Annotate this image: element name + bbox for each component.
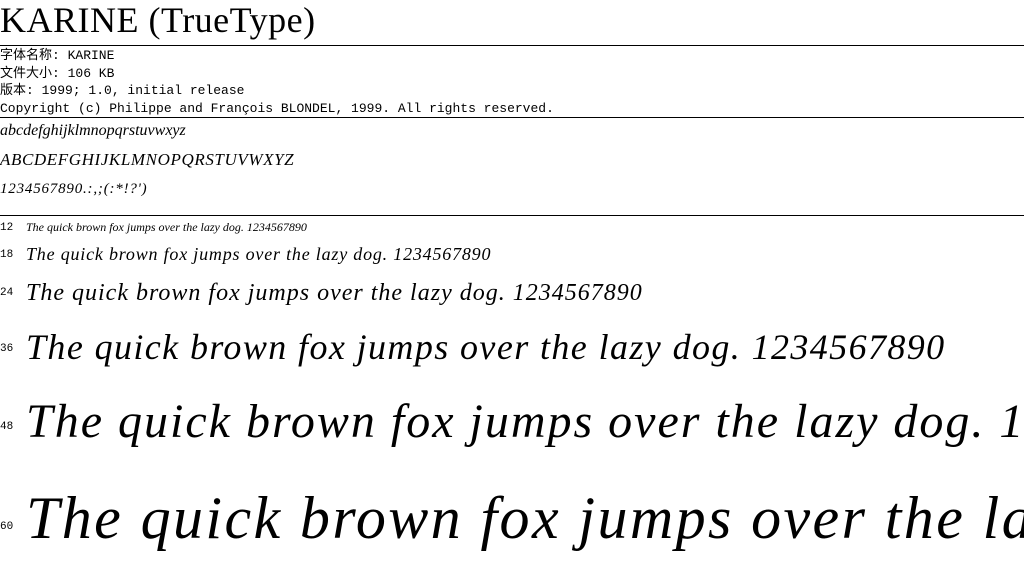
- size-label: 36: [0, 343, 14, 355]
- sample-text: The quick brown fox jumps over the lazy …: [26, 485, 1024, 551]
- sample-text: The quick brown fox jumps over the lazy …: [26, 280, 643, 306]
- size-label: 24: [0, 287, 14, 299]
- charset-lowercase: abcdefghijklmnopqrstuvwxyz: [0, 122, 186, 139]
- font-name-line: 字体名称: KARINE: [0, 48, 115, 63]
- size-label: 12: [0, 222, 14, 234]
- sample-row-48: 48 The quick brown fox jumps over the la…: [0, 388, 1024, 470]
- font-title: KARINE (TrueType): [0, 0, 316, 40]
- sample-row-12: 12 The quick brown fox jumps over the la…: [0, 219, 1024, 237]
- charset-uppercase: ABCDEFGHIJKLMNOPQRSTUVWXYZ: [0, 150, 295, 169]
- sample-row-36: 36 The quick brown fox jumps over the la…: [0, 320, 1024, 382]
- sample-text: The quick brown fox jumps over the lazy …: [26, 244, 492, 264]
- copyright-line: Copyright (c) Philippe and François BLON…: [0, 100, 554, 116]
- charset-divider: [0, 215, 1024, 216]
- sample-row-60: 60 The quick brown fox jumps over the la…: [0, 475, 1024, 565]
- size-label: 18: [0, 249, 14, 261]
- size-label: 60: [0, 521, 14, 533]
- sample-text: The quick brown fox jumps over the lazy …: [26, 220, 307, 234]
- title-divider: [0, 45, 1024, 46]
- sample-row-24: 24 The quick brown fox jumps over the la…: [0, 274, 1024, 314]
- metadata-divider: [0, 117, 1024, 118]
- sample-text: The quick brown fox jumps over the lazy …: [26, 395, 1024, 448]
- sample-text: The quick brown fox jumps over the lazy …: [26, 327, 946, 367]
- file-size-line: 文件大小: 106 KB: [0, 65, 115, 81]
- charset-digits-punctuation: 1234567890.:,;(:*!?'): [0, 181, 148, 197]
- sample-row-18: 18 The quick brown fox jumps over the la…: [0, 240, 1024, 270]
- font-metadata: 字体名称: KARINE 文件大小: 106 KB 版本: 1999; 1.0,…: [0, 47, 554, 117]
- size-label: 48: [0, 421, 14, 433]
- version-line: 版本: 1999; 1.0, initial release: [0, 83, 245, 98]
